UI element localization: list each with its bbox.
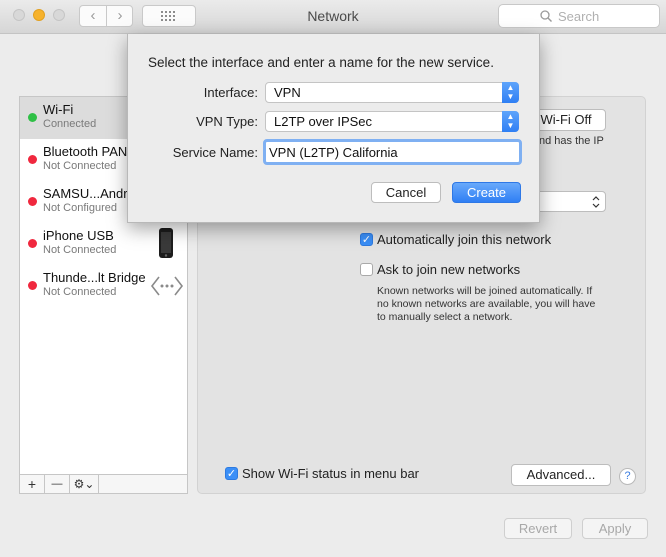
service-name: iPhone USB (43, 228, 114, 243)
popup-chevrons-icon: ▲ ▼ (502, 111, 519, 132)
search-placeholder: Search (558, 9, 600, 24)
dialog-prompt: Select the interface and enter a name fo… (148, 55, 494, 70)
auto-join-checkbox[interactable]: ✓ (360, 233, 373, 246)
popup-chevrons-icon: ▲ ▼ (502, 82, 519, 103)
ask-join-help-line-3: to manually select a network. (377, 311, 513, 323)
vpn-type-label: VPN Type: (196, 114, 258, 129)
apply-label: Apply (598, 521, 632, 536)
interface-label: Interface: (203, 85, 258, 100)
service-name-input[interactable]: VPN (L2TP) California (263, 139, 522, 165)
service-name-value: VPN (L2TP) California (269, 145, 398, 160)
status-dot-connected (28, 113, 37, 122)
service-list-toolbar: + — ⚙⌄ (19, 474, 188, 494)
search-field[interactable]: Search (498, 4, 660, 28)
gear-menu-button[interactable]: ⚙⌄ (70, 475, 99, 493)
interface-popup[interactable]: VPN ▲ ▼ (265, 82, 519, 103)
advanced-button[interactable]: Advanced... (511, 464, 611, 486)
add-service-button[interactable]: + (20, 475, 45, 493)
interface-value: VPN (274, 85, 301, 100)
create-button[interactable]: Create (452, 182, 521, 203)
apply-button[interactable]: Apply (582, 518, 648, 539)
service-status: Not Connected (43, 244, 117, 256)
popup-chevrons-icon (592, 196, 600, 208)
wifi-off-label: Wi-Fi Off (540, 112, 592, 127)
status-dot-disconnected (28, 155, 37, 164)
service-status: Not Connected (43, 160, 117, 172)
new-service-sheet: Select the interface and enter a name fo… (127, 34, 540, 223)
ask-join-help-line-1: Known networks will be joined automatica… (377, 285, 593, 297)
service-name: Wi-Fi (43, 102, 74, 117)
service-status: Not Connected (43, 286, 117, 298)
status-description: nd has the IP (539, 135, 604, 147)
auto-join-label: Automatically join this network (377, 232, 552, 247)
status-dot-disconnected (28, 239, 37, 248)
service-name: Thunde...lt Bridge (43, 270, 146, 285)
show-wifi-status-checkbox[interactable]: ✓ (225, 467, 238, 480)
ask-join-checkbox[interactable] (360, 263, 373, 276)
status-dot-disconnected (28, 281, 37, 290)
service-name-label: Service Name: (172, 145, 258, 160)
service-status: Not Configured (43, 202, 117, 214)
advanced-label: Advanced... (526, 467, 596, 482)
service-name: Bluetooth PAN (43, 144, 128, 159)
status-dot-disconnected (28, 197, 37, 206)
service-item-thunderbolt-bridge[interactable]: Thunde...lt Bridge Not Connected (20, 265, 187, 307)
ask-join-label: Ask to join new networks (377, 262, 521, 277)
vpn-type-popup[interactable]: L2TP over IPSec ▲ ▼ (265, 111, 519, 132)
service-status: Connected (43, 118, 97, 130)
cancel-button[interactable]: Cancel (371, 182, 441, 203)
iphone-icon (159, 228, 173, 258)
help-button[interactable]: ? (619, 468, 636, 485)
vpn-type-value: L2TP over IPSec (274, 114, 373, 129)
ask-join-help-line-2: no known networks are available, you wil… (377, 298, 596, 310)
remove-service-button[interactable]: — (45, 475, 70, 493)
revert-button[interactable]: Revert (504, 518, 572, 539)
cancel-label: Cancel (385, 185, 427, 200)
service-item-iphone-usb[interactable]: iPhone USB Not Connected (20, 223, 187, 265)
search-icon (540, 10, 552, 22)
title-bar: ‹ › Network Search (0, 0, 666, 34)
create-label: Create (466, 185, 507, 200)
show-wifi-status-label: Show Wi-Fi status in menu bar (242, 466, 420, 481)
thunderbolt-bridge-icon (150, 276, 184, 296)
revert-label: Revert (518, 521, 558, 536)
